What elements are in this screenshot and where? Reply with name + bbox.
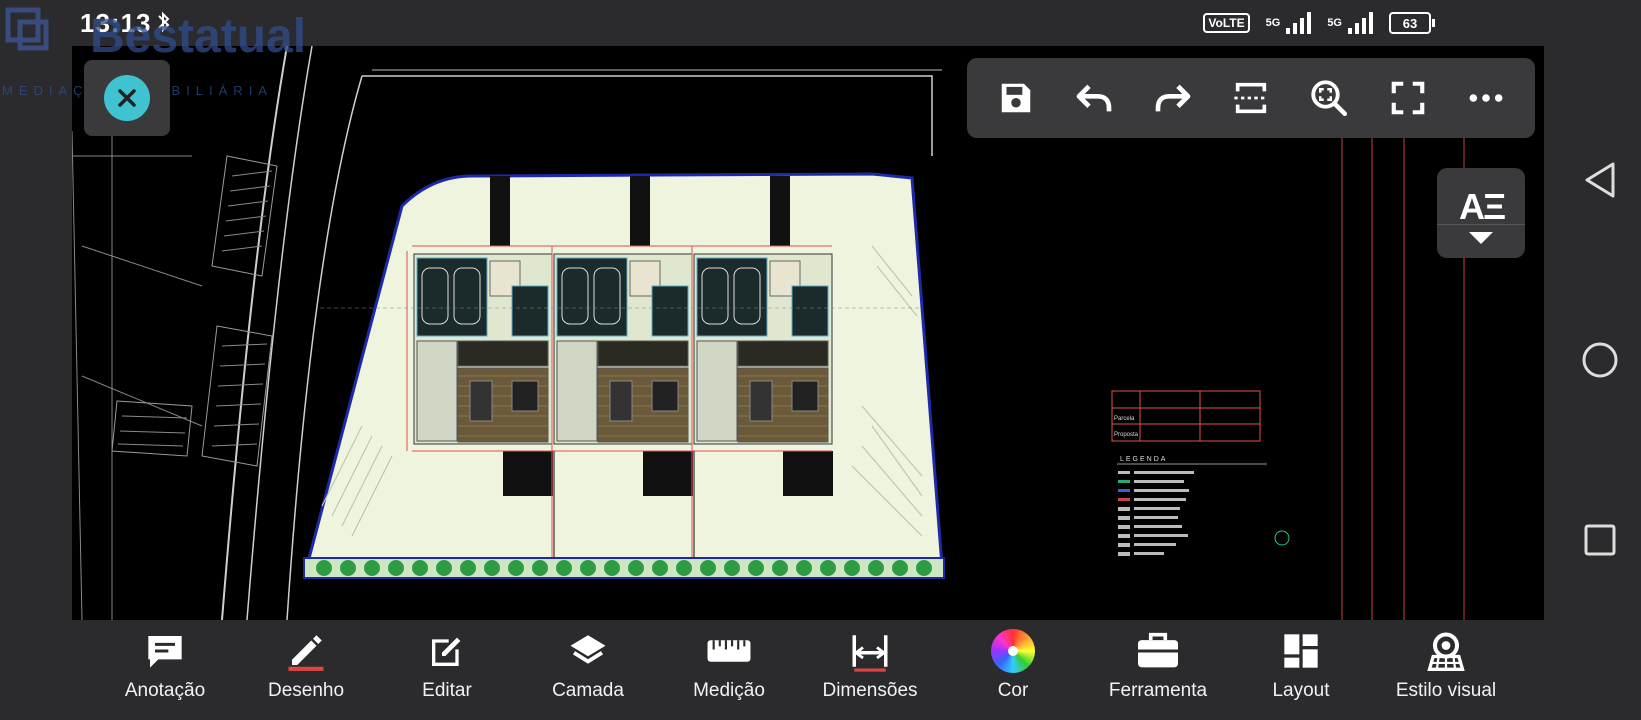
visual-style-icon [1427,632,1465,671]
layout-label: Layout [1272,680,1330,701]
signal-icon [1348,12,1373,34]
watermark-brand: Bestatual [90,10,306,63]
redo-button[interactable] [1148,73,1198,123]
visual-style-button[interactable]: Estilo visual [1376,626,1516,716]
color-button[interactable]: Cor [943,626,1083,716]
save-button[interactable] [991,73,1041,123]
ruler-icon [707,640,751,662]
annotation-icon [148,636,182,668]
more-icon [1469,94,1503,102]
status-icons: VoLTE 5G 5G 63 [1203,10,1435,36]
edit-label: Editar [422,680,472,701]
tool-button[interactable]: Ferramenta [1088,626,1228,716]
close-icon [104,75,150,121]
legend-title: LEGENDA [1120,456,1167,463]
tool-label: Ferramenta [1108,680,1208,701]
network-type-1: 5G [1265,17,1281,29]
annotation-button[interactable]: Anotação [95,626,235,716]
save-icon [1001,83,1031,113]
more-button[interactable] [1461,73,1511,123]
back-button[interactable] [1578,158,1622,202]
bottom-toolbar: Anotação Desenho Editar Camada Medição D… [0,620,1560,720]
home-button[interactable] [1578,338,1622,382]
layout-button[interactable]: Layout [1231,626,1371,716]
dimension-icon [852,635,888,672]
zoom-extents-icon [1311,80,1348,117]
dimensions-button[interactable]: Dimensões [800,626,940,716]
text-style-button[interactable]: AΞ [1437,168,1525,258]
color-wheel-icon [991,629,1035,673]
layer-label: Camada [552,680,624,701]
drawing-button[interactable]: Desenho [236,626,376,716]
battery-icon: 63 [1389,12,1435,34]
annotation-label: Anotação [124,680,206,701]
network-type-2: 5G [1327,17,1342,29]
bestatual-watermark: Bestatual MEDIAÇÃO IMOBILIÁRIA [2,7,306,98]
pencil-icon [288,635,324,671]
zoom-extents-button[interactable] [1304,73,1354,123]
toolbox-icon [1138,632,1178,668]
redo-icon [1155,84,1191,112]
dimensions-label: Dimensões [822,680,918,701]
edit-button[interactable]: Editar [377,626,517,716]
text-style-divider [1437,224,1525,225]
drawing-label: Desenho [267,680,345,701]
layout-icon [1284,634,1318,668]
edit-icon [432,637,461,666]
table-row-label: Proposta [1114,432,1139,438]
fullscreen-button[interactable] [1383,73,1433,123]
layer-button[interactable]: Camada [518,626,658,716]
chevron-down-icon [1469,232,1493,244]
table-row-label: Parcela [1114,416,1135,422]
measure-label: Medição [693,680,765,701]
volte-badge: VoLTE [1203,13,1250,33]
undo-button[interactable] [1069,73,1119,123]
text-style-icon: AΞ [1459,186,1506,227]
system-nav-bar [1560,0,1641,720]
recents-icon [1584,524,1616,556]
crop-icon [1234,82,1268,114]
recents-button[interactable] [1578,518,1622,562]
visual-style-label: Estilo visual [1395,680,1497,701]
back-icon [1585,162,1615,198]
fullscreen-icon [1391,81,1424,115]
undo-icon [1077,84,1112,112]
color-label: Cor [997,680,1029,701]
signal-icon [1286,12,1312,34]
layers-icon [570,635,606,664]
close-button[interactable] [84,60,170,136]
home-icon [1582,342,1618,378]
measure-button[interactable]: Medição [659,626,799,716]
top-toolbar [967,58,1535,138]
crop-button[interactable] [1226,73,1276,123]
